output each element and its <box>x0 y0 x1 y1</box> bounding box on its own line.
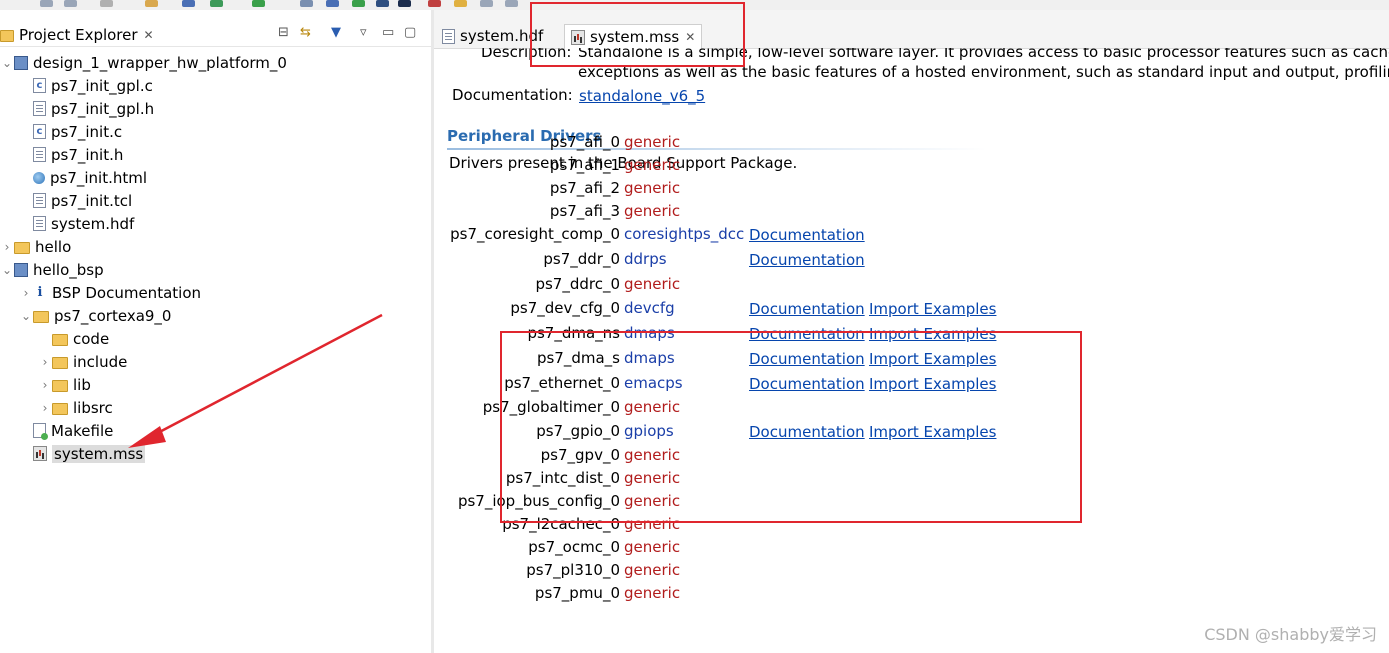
watermark: CSDN @shabby爱学习 <box>1204 625 1377 644</box>
annotation-arrow <box>128 313 383 448</box>
